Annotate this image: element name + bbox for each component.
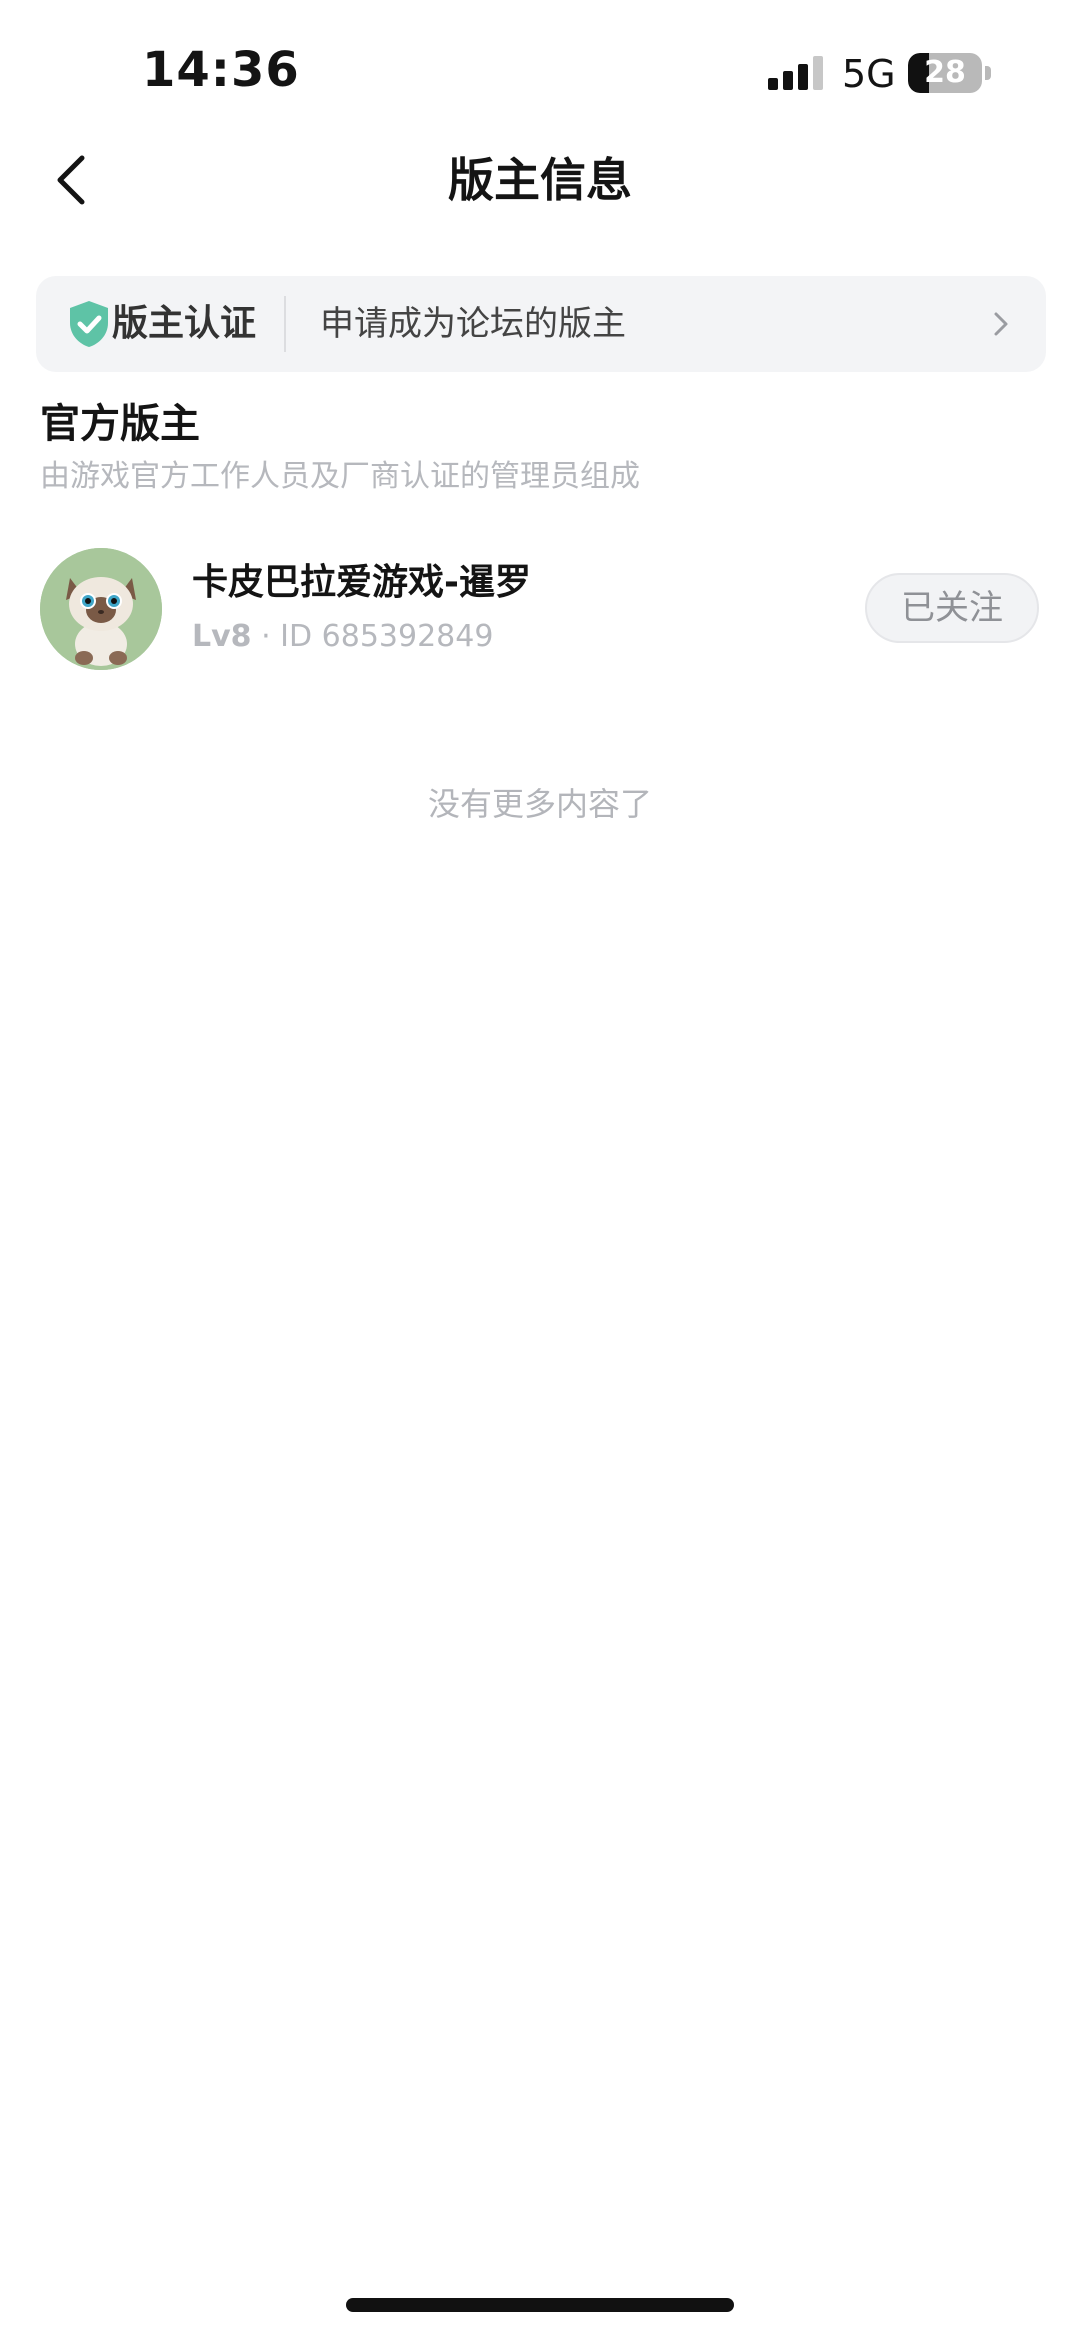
- chevron-right-icon: [994, 312, 1008, 336]
- certification-label: 版主认证: [112, 303, 257, 344]
- moderator-meta: Lv8 · ID 685392849: [192, 616, 493, 658]
- home-indicator[interactable]: [346, 2298, 734, 2312]
- following-button[interactable]: 已关注: [865, 573, 1039, 643]
- avatar[interactable]: [40, 548, 162, 670]
- page-title: 版主信息: [448, 153, 632, 207]
- section-title: 官方版主: [40, 401, 200, 447]
- divider: [284, 296, 286, 352]
- network-type: 5G: [842, 52, 896, 96]
- shield-check-icon: [70, 301, 108, 347]
- moderator-name: 卡皮巴拉爱游戏-暹罗: [192, 562, 531, 603]
- meta-separator: ·: [251, 619, 281, 654]
- siamese-cat-avatar-icon: [40, 548, 162, 670]
- battery-icon: 28: [908, 53, 992, 93]
- cellular-signal-icon: [768, 56, 823, 90]
- moderator-list-item[interactable]: 卡皮巴拉爱游戏-暹罗 Lv8 · ID 685392849 已关注: [0, 540, 1080, 680]
- moderator-info-screen: 14:36 5G 28 版主信息 版主认证 申请成为论坛的版主 官方版主 由游戏…: [0, 0, 1080, 2341]
- battery-percent: 28: [924, 55, 966, 90]
- list-end-text: 没有更多内容了: [427, 785, 652, 823]
- user-id: ID 685392849: [280, 619, 494, 654]
- section-subtitle: 由游戏官方工作人员及厂商认证的管理员组成: [40, 459, 640, 494]
- status-time: 14:36: [142, 42, 300, 98]
- moderator-certification-banner[interactable]: 版主认证 申请成为论坛的版主: [36, 276, 1046, 372]
- navigation-bar: 版主信息: [0, 140, 1080, 220]
- status-bar: 14:36 5G 28: [0, 0, 1080, 140]
- user-level: Lv8: [192, 619, 252, 654]
- apply-moderator-link[interactable]: 申请成为论坛的版主: [320, 276, 626, 372]
